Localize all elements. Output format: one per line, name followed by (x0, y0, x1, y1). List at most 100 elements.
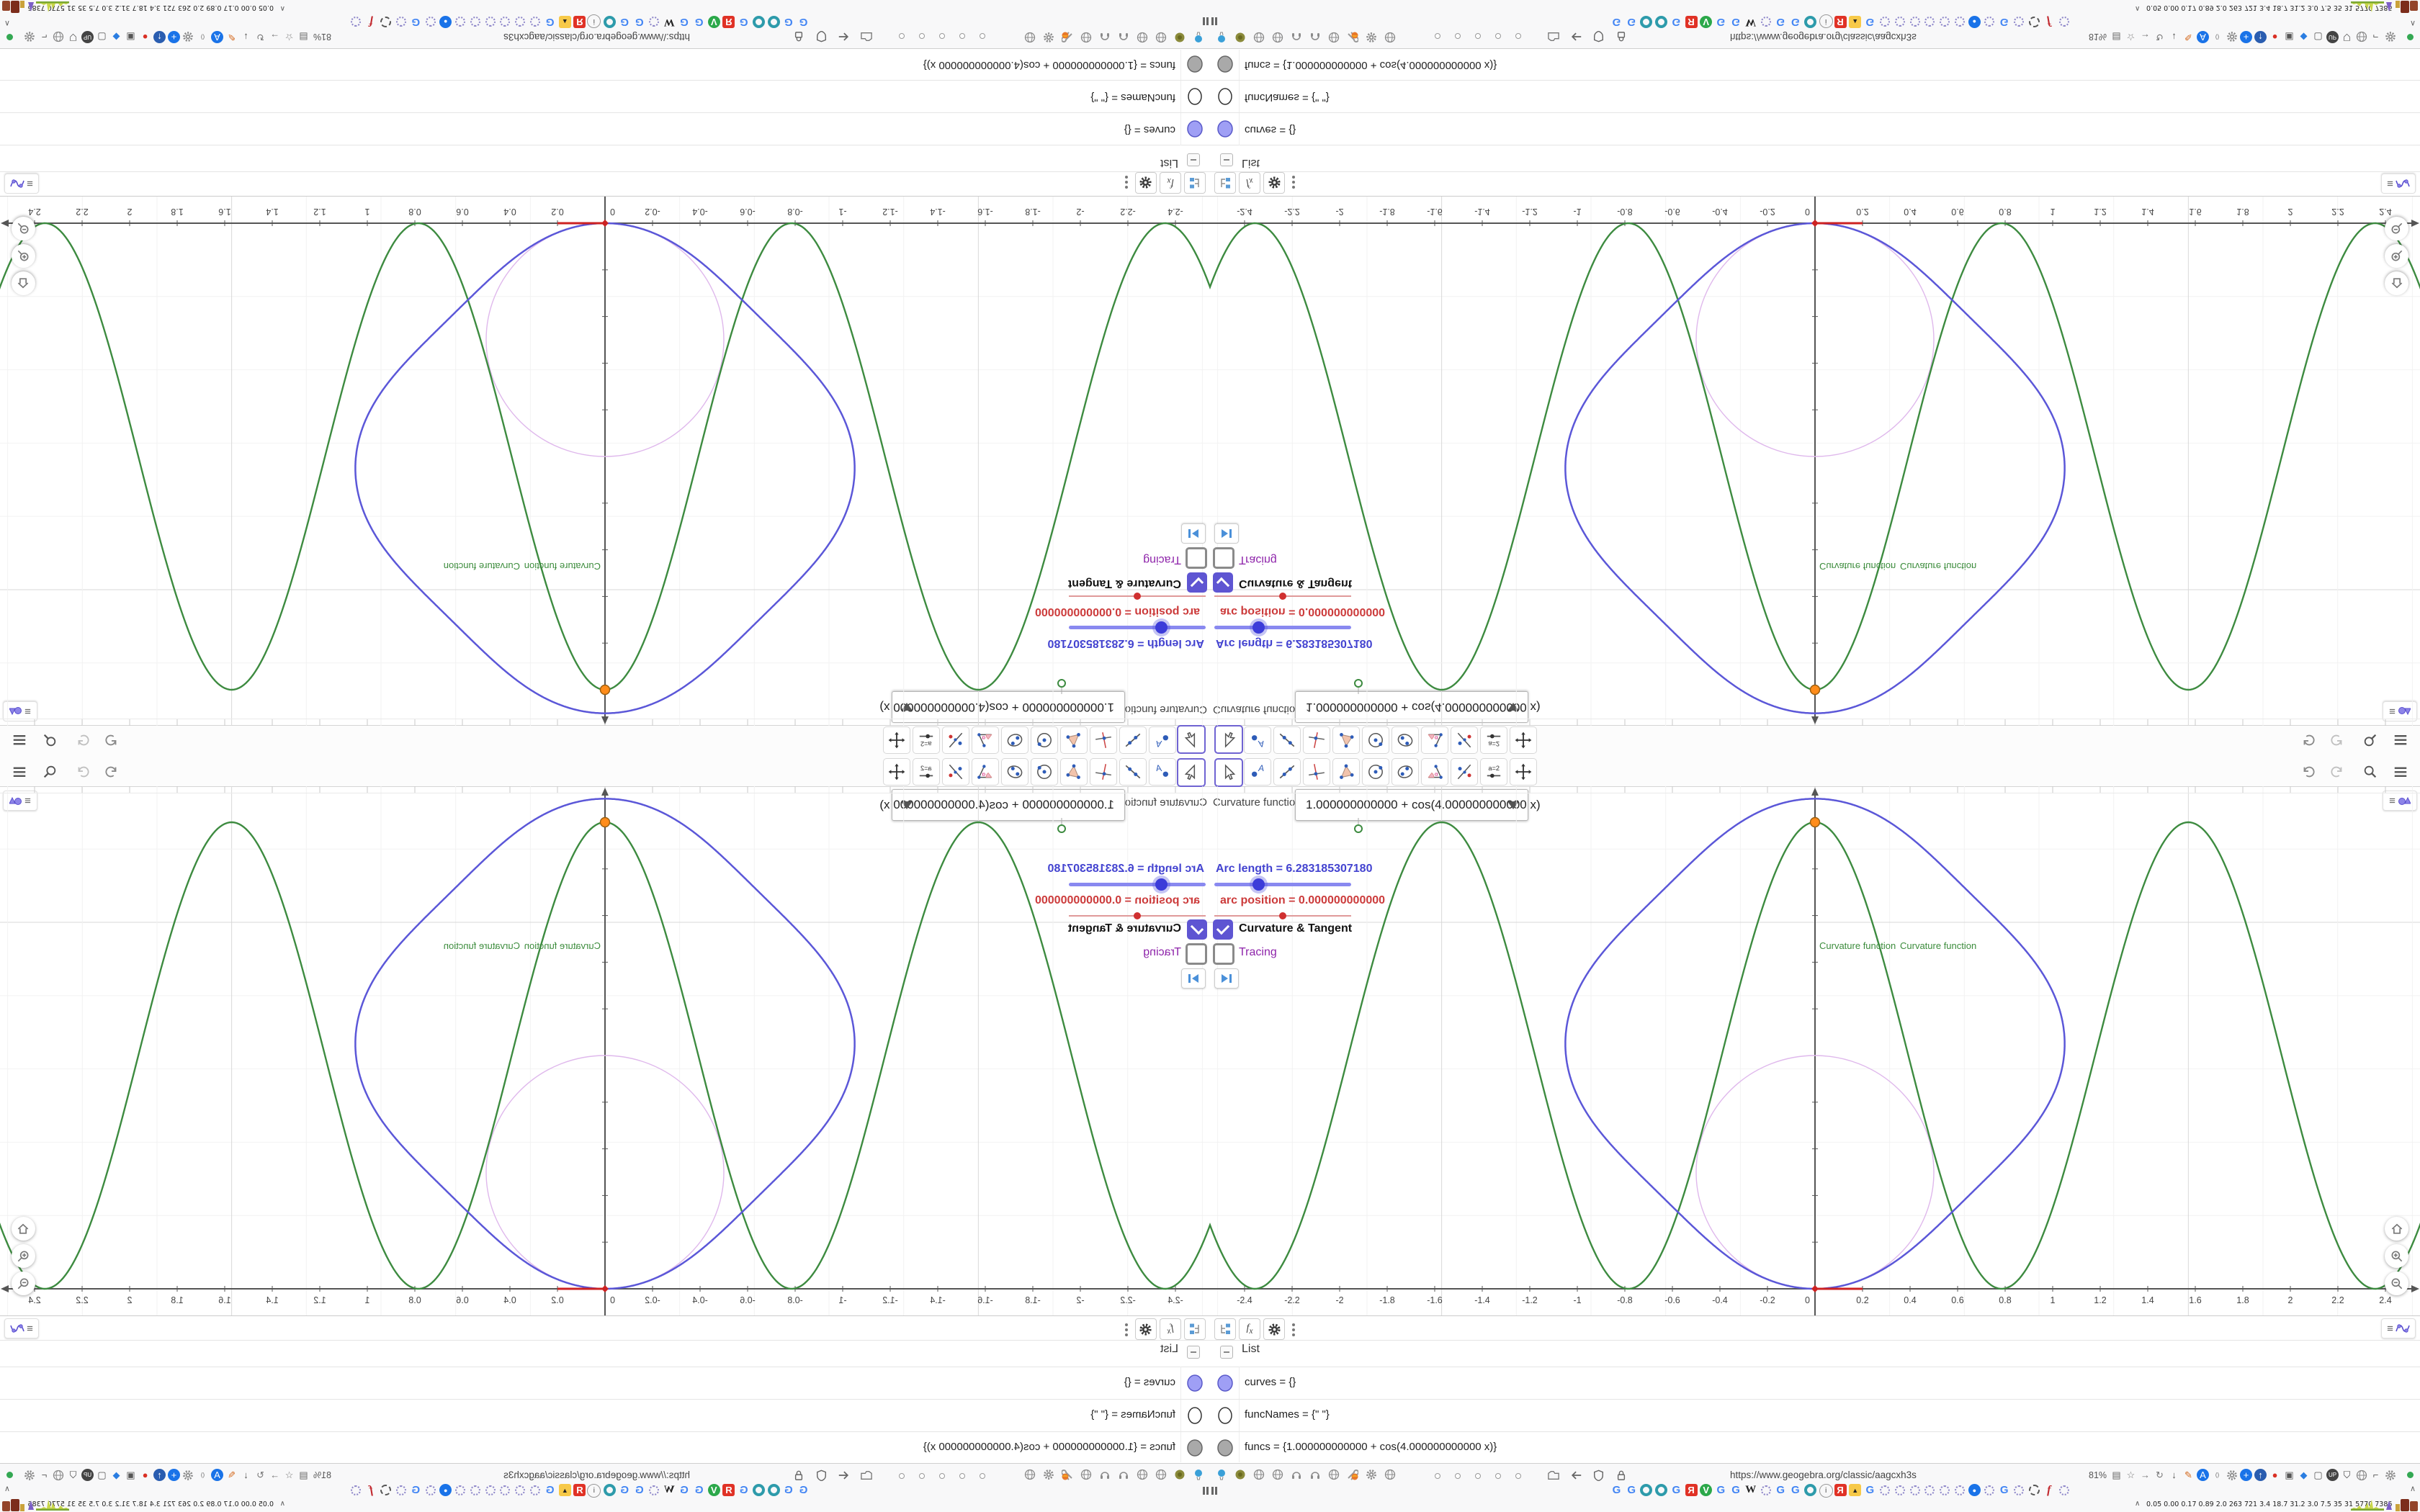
curvature-tangent-checkbox[interactable] (1213, 572, 1233, 593)
trash-action-icon[interactable]: ▣ (2283, 1469, 2295, 1481)
perpendicular-line-tool[interactable] (1090, 758, 1117, 786)
bookmark-favicon-Ya[interactable]: Я (573, 1484, 586, 1496)
visibility-marble[interactable] (1216, 1439, 1234, 1461)
perpendicular-line-tool[interactable] (1303, 758, 1330, 786)
tab-dot[interactable] (1495, 1473, 1501, 1479)
star-action-icon[interactable]: ☆ (283, 31, 295, 43)
globe-extension-icon[interactable] (1328, 28, 1340, 43)
pencil-action-icon[interactable]: ✎ (225, 31, 238, 43)
reflect-tool[interactable] (1451, 726, 1478, 754)
bookmark-favicon-f[interactable]: f (2043, 16, 2055, 29)
up-dark-action-icon[interactable]: UP (2326, 1469, 2339, 1481)
perpendicular-line-tool[interactable] (1303, 726, 1330, 754)
bookmark-favicon-G[interactable]: G (1715, 16, 1727, 28)
headset-extension-icon[interactable] (1118, 28, 1129, 43)
shield-dark-action-icon[interactable]: ⛉ (2341, 31, 2353, 43)
tree-view-icon[interactable] (1184, 172, 1206, 194)
red-circle-action-icon[interactable]: ● (2269, 1469, 2281, 1481)
stats-chevron-icon[interactable]: ∧ (2135, 1500, 2140, 1508)
headset-extension-icon[interactable] (1291, 28, 1302, 43)
bookmark-favicon-fl[interactable] (2058, 16, 2070, 28)
bookmark-favicon-G[interactable]: G (544, 1484, 556, 1496)
graphics-view[interactable]: -2.4 -2.2 -2 -1.8 -1.6 -1.4 -1.2 -1 -0.8 -0.6 -0.4… (1210, 786, 2420, 1315)
zoom-in-button[interactable] (2385, 1244, 2408, 1268)
fox-extension-icon[interactable] (1061, 1469, 1073, 1484)
gear-icon[interactable] (1263, 1318, 1285, 1340)
arc-position-knob[interactable] (1134, 593, 1141, 600)
visibility-marble[interactable] (1216, 1374, 1234, 1396)
reader-action-icon[interactable]: ▤ (2110, 31, 2123, 43)
download-action-icon[interactable]: ↓ (240, 31, 252, 43)
arc-length-slider[interactable] (1069, 878, 1206, 891)
arrow-right-action-icon[interactable]: → (269, 1469, 281, 1481)
bookmark-favicon-G[interactable]: G (1998, 16, 2010, 28)
bookmark-favicon-f[interactable]: f (365, 16, 377, 29)
a-blue-action-icon[interactable]: A (2197, 31, 2209, 43)
copy-action-icon[interactable]: ▢ (2312, 31, 2324, 43)
red-circle-action-icon[interactable]: ● (139, 31, 151, 43)
back-arrow-icon[interactable] (837, 27, 850, 42)
visibility-marble[interactable] (1216, 51, 1234, 73)
bookmark-favicon-G[interactable]: G (1730, 16, 1742, 28)
parens-action-icon[interactable]: () (2211, 1469, 2223, 1481)
bookmark-favicon-img[interactable]: ▲ (1849, 1484, 1862, 1496)
bookmark-favicon-G[interactable]: G (1775, 1484, 1787, 1496)
globe-extension-icon[interactable] (1384, 28, 1396, 43)
globe-extension-icon[interactable] (1253, 1469, 1265, 1484)
bookmark-favicon-G[interactable]: G (410, 1484, 422, 1496)
bookmark-favicon-W[interactable]: W (1744, 16, 1757, 28)
bookmark-favicon-fl[interactable] (1879, 1484, 1891, 1496)
point-tool[interactable]: A (1149, 726, 1176, 754)
globe-extension-icon[interactable] (1328, 1469, 1340, 1484)
bookmark-favicon-fl[interactable] (454, 1484, 467, 1496)
tab-dot[interactable] (1495, 33, 1501, 39)
stats-chevron-icon[interactable]: ∧ (280, 1500, 285, 1508)
algebra-row[interactable]: funcNames = {" "} (0, 81, 1210, 112)
bookmark-favicon-G[interactable]: G (693, 1484, 705, 1496)
globe-dark-action-icon[interactable] (53, 31, 65, 43)
angle-tool[interactable]: α (1421, 758, 1448, 786)
bookmark-favicon-fl[interactable] (484, 1484, 496, 1496)
undo-icon[interactable] (102, 731, 121, 750)
tab-dot[interactable] (1475, 33, 1481, 39)
globe-extension-icon[interactable] (1024, 1469, 1036, 1484)
globe-extension-icon[interactable] (1253, 28, 1265, 43)
shield-dark-action-icon[interactable]: ⛉ (67, 1469, 79, 1481)
bookmark-favicon-i[interactable]: i (1819, 14, 1833, 28)
globe-extension-icon[interactable] (1024, 28, 1036, 43)
slider-tool[interactable]: a=2 (1480, 758, 1507, 786)
undo-icon[interactable] (2299, 731, 2318, 750)
folder-icon[interactable] (1547, 27, 1560, 42)
chevron-up-icon[interactable]: ∧ (2410, 1484, 2416, 1493)
bookmark-favicon-fl[interactable] (1894, 1484, 1906, 1496)
parens-action-icon[interactable]: () (197, 31, 209, 43)
undo-icon[interactable] (2299, 762, 2318, 781)
chevron-up-icon[interactable]: ∧ (2410, 19, 2416, 28)
bookmark-favicon-dot[interactable]: ● (439, 1484, 452, 1496)
headset-extension-icon[interactable] (1118, 1469, 1129, 1484)
lock-icon[interactable] (794, 27, 804, 42)
bookmark-favicon-fl[interactable] (1938, 16, 1950, 28)
algebra-row[interactable]: funcs = {1.000000000000 + cos(4.00000000… (0, 1432, 1210, 1464)
diamond-blue-action-icon[interactable]: ◆ (2298, 31, 2310, 43)
trash-action-icon[interactable]: ▣ (125, 1469, 137, 1481)
bookmark-favicon-fl[interactable] (1760, 1484, 1772, 1496)
bookmark-favicon-G[interactable]: G (678, 1484, 690, 1496)
bookmark-favicon-fl[interactable] (1909, 1484, 1921, 1496)
gear-action-icon[interactable] (182, 31, 194, 43)
balloon-extension-icon[interactable] (1193, 1469, 1204, 1484)
tree-view-icon[interactable] (1214, 1318, 1236, 1340)
zoom-in-button[interactable] (12, 1244, 35, 1268)
tree-view-icon[interactable] (1214, 172, 1236, 194)
plus-blue-action-icon[interactable]: + (2240, 1469, 2252, 1481)
bookmark-favicon-fl[interactable] (1984, 1484, 1996, 1496)
zoom-out-button[interactable] (2385, 1272, 2408, 1295)
url-text[interactable]: https://www.geogebra.org/classic/aagcxh3… (1730, 1470, 1917, 1480)
bookmark-favicon-G[interactable]: G (797, 16, 810, 28)
arc-length-knob[interactable] (1252, 621, 1265, 634)
balloon-extension-icon[interactable] (1193, 28, 1204, 43)
bookmark-favicon-fl[interactable] (1879, 16, 1891, 28)
bookmark-favicon-ring[interactable] (1655, 16, 1668, 28)
bookmark-favicon-G[interactable]: G (738, 16, 750, 28)
tab-dot[interactable] (980, 1473, 985, 1479)
